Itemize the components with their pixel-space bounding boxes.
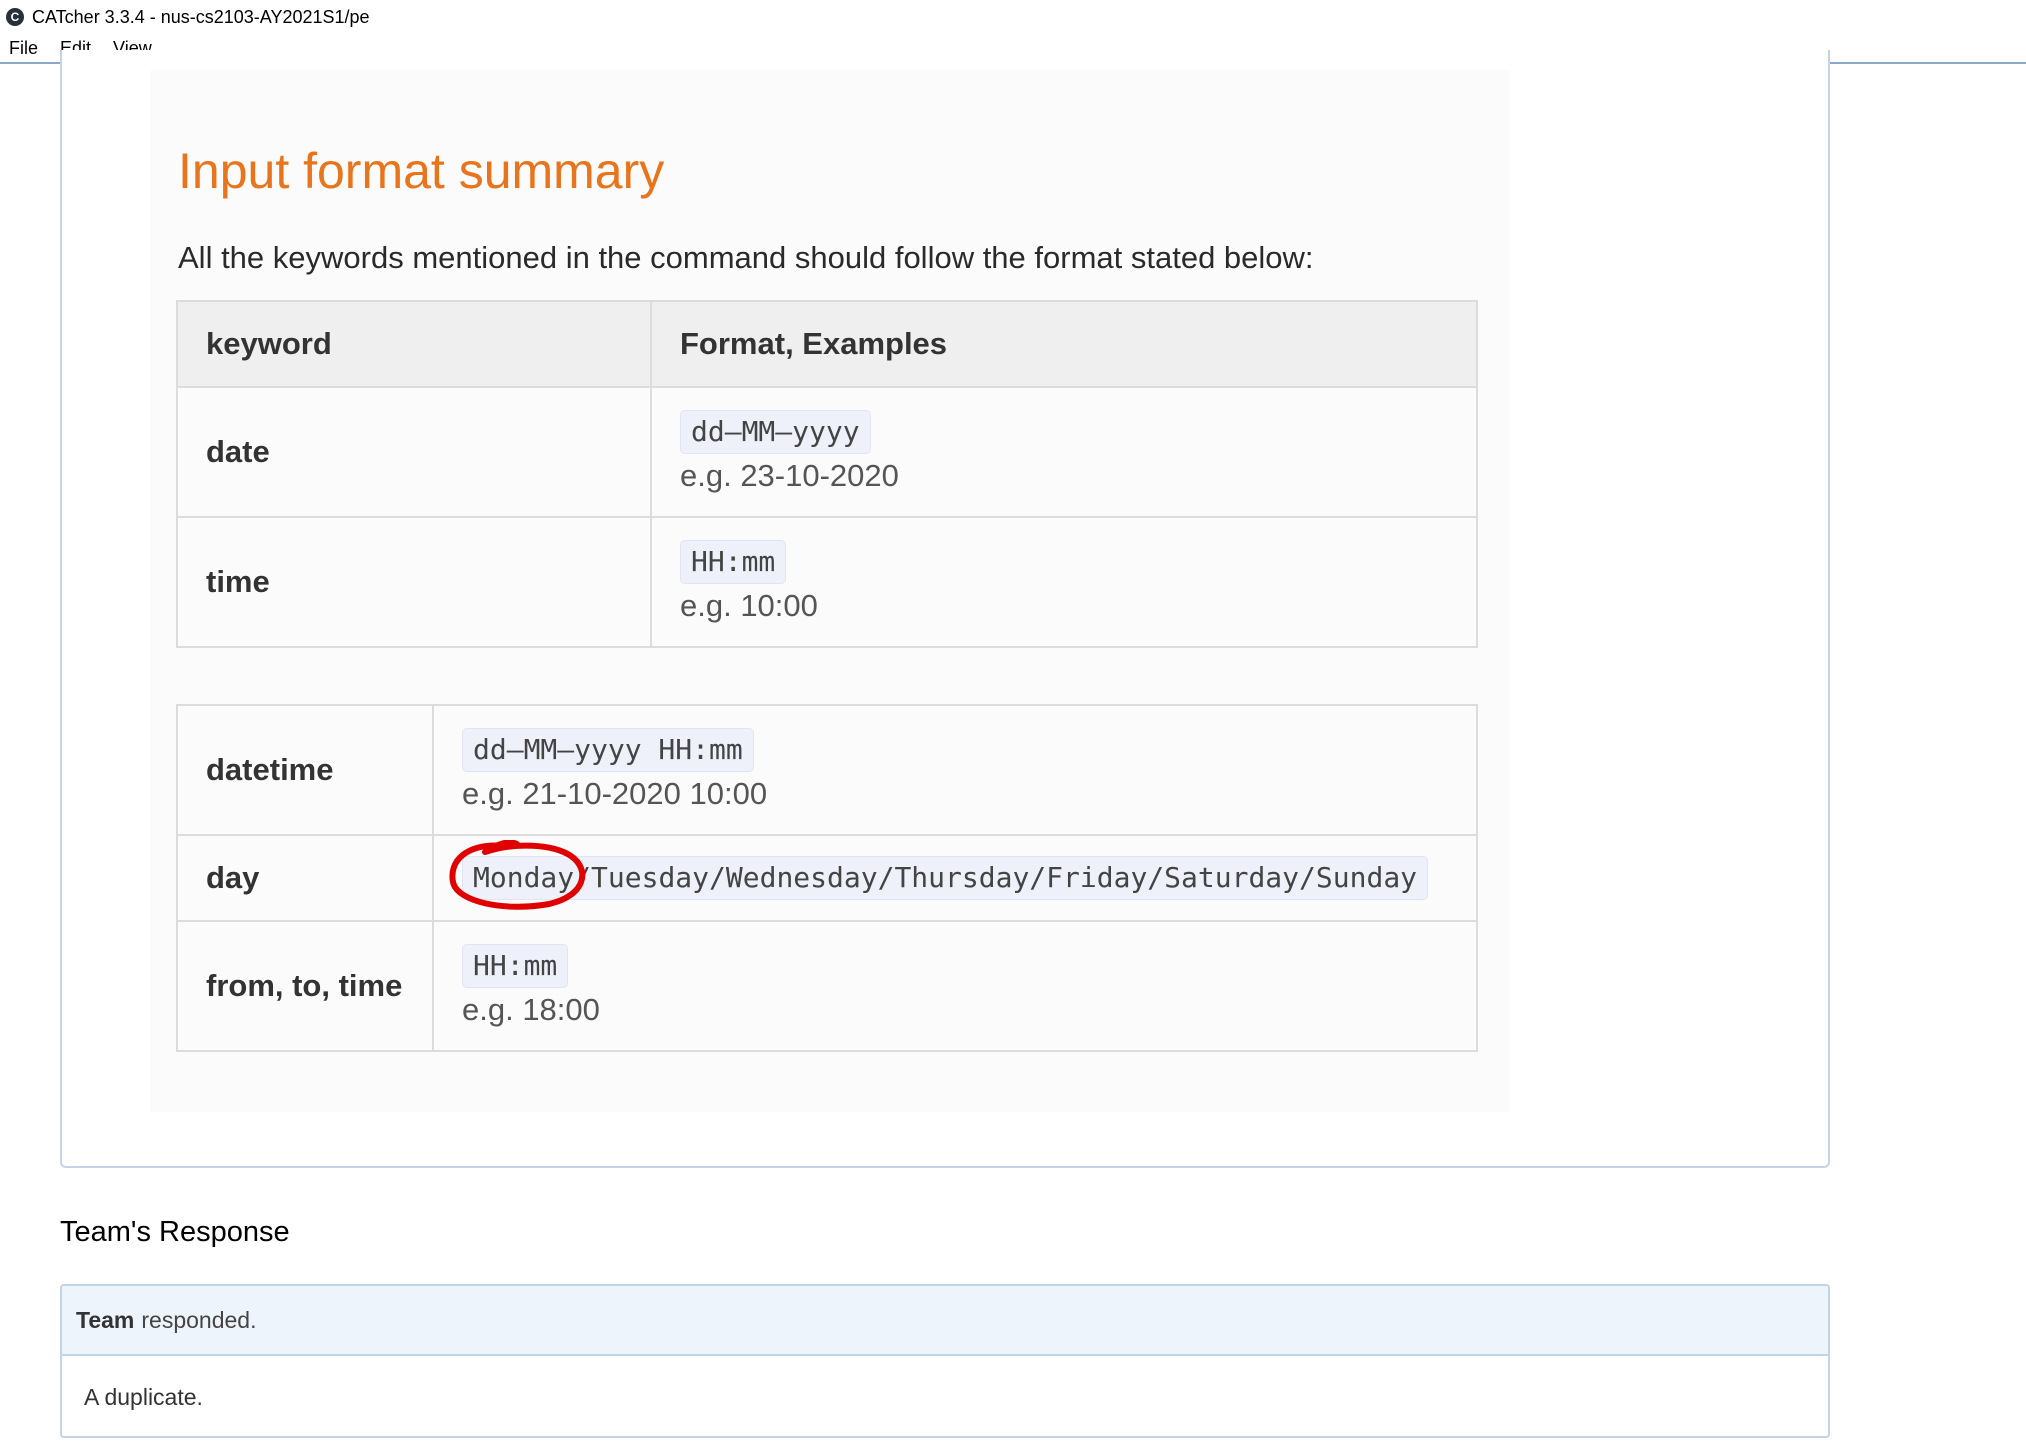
response-author: Team [76, 1306, 135, 1333]
monday-text: Monday [473, 861, 575, 894]
table-row: time HH:mm e.g. 10:00 [176, 516, 1478, 648]
format-table-1: keyword Format, Examples date dd–MM–yyyy… [176, 300, 1478, 648]
format-cell: dd–MM–yyyy HH:mm e.g. 21-10-2020 10:00 [432, 704, 1478, 836]
keyword-time: time [176, 516, 652, 648]
keyword-from-to-time: from, to, time [176, 920, 434, 1052]
team-response-card: Team responded. A duplicate. [60, 1284, 1830, 1438]
response-action: responded. [141, 1306, 257, 1333]
response-body: A duplicate. [84, 1384, 203, 1410]
keyword-date: date [176, 386, 652, 518]
other-days-text: /Tuesday/Wednesday/Thursday/Friday/Satur… [574, 861, 1418, 894]
table-row: date dd–MM–yyyy e.g. 23-10-2020 [176, 386, 1478, 518]
table-header-row: keyword Format, Examples [176, 300, 1478, 388]
format-cell: dd–MM–yyyy e.g. 23-10-2020 [650, 386, 1478, 518]
format-code: HH:mm [462, 944, 569, 988]
window-title: CATcher 3.3.4 - nus-cs2103-AY2021S1/pe [32, 6, 370, 27]
format-example: e.g. 21-10-2020 10:00 [462, 776, 768, 811]
keyword-day: day [176, 834, 434, 922]
format-code: dd–MM–yyyy [680, 410, 871, 454]
format-code: HH:mm [680, 540, 787, 584]
format-example: e.g. 10:00 [680, 588, 818, 623]
format-code: dd–MM–yyyy HH:mm [462, 728, 754, 772]
keyword-datetime: datetime [176, 704, 434, 836]
issue-description-card: Input format summary All the keywords me… [60, 50, 1830, 1168]
table-row: day Monday/Tuesday/Wednesday/Thursday/Fr… [176, 834, 1478, 922]
header-keyword: keyword [176, 300, 652, 388]
format-cell: HH:mm e.g. 10:00 [650, 516, 1478, 648]
menu-file[interactable]: File [9, 38, 38, 59]
header-format: Format, Examples [650, 300, 1478, 388]
table-row: from, to, time HH:mm e.g. 18:00 [176, 920, 1478, 1052]
table-row: datetime dd–MM–yyyy HH:mm e.g. 21-10-202… [176, 704, 1478, 836]
team-response-heading: Team's Response [60, 1216, 290, 1248]
format-table-2: datetime dd–MM–yyyy HH:mm e.g. 21-10-202… [176, 704, 1478, 1052]
format-example: e.g. 23-10-2020 [680, 458, 899, 493]
embedded-screenshot: Input format summary All the keywords me… [150, 70, 1510, 1112]
response-header: Team responded. [62, 1286, 1828, 1356]
format-code-days: Monday/Tuesday/Wednesday/Thursday/Friday… [449, 840, 1429, 910]
screenshot-intro: All the keywords mentioned in the comman… [178, 240, 1314, 275]
format-example: e.g. 18:00 [462, 992, 600, 1027]
title-bar: C CATcher 3.3.4 - nus-cs2103-AY2021S1/pe [0, 0, 2026, 34]
catcher-app-icon: C [6, 8, 24, 26]
format-cell: HH:mm e.g. 18:00 [432, 920, 1478, 1052]
screenshot-heading: Input format summary [178, 143, 665, 199]
format-cell: Monday/Tuesday/Wednesday/Thursday/Friday… [432, 834, 1478, 922]
